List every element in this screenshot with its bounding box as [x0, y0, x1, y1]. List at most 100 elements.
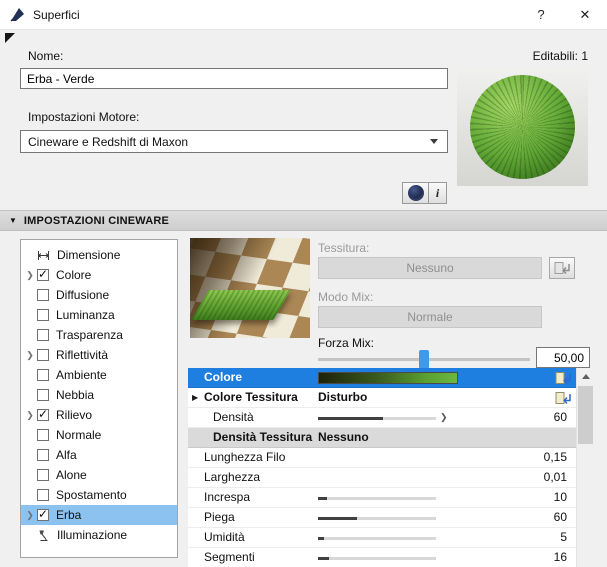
sidebar-item-spostamento[interactable]: Spostamento — [21, 485, 177, 505]
item-label: Illuminazione — [57, 528, 127, 542]
param-value[interactable]: 16 — [554, 548, 567, 567]
param-value[interactable]: 60 — [554, 508, 567, 527]
expander-icon[interactable] — [192, 388, 198, 407]
slider-marker-icon — [440, 408, 448, 427]
luminanza-checkbox[interactable] — [37, 309, 49, 321]
param-slider[interactable] — [318, 517, 436, 520]
sidebar-item-trasparenza[interactable]: Trasparenza — [21, 325, 177, 345]
item-label: Dimensione — [57, 248, 120, 262]
engine-dropdown[interactable]: Cineware e Redshift di Maxon — [20, 130, 448, 153]
mix-strength-value[interactable] — [536, 347, 590, 368]
item-label: Trasparenza — [56, 328, 123, 342]
ambiente-checkbox[interactable] — [37, 369, 49, 381]
param-value[interactable]: 10 — [554, 488, 567, 507]
riflettivita-checkbox[interactable] — [37, 349, 49, 361]
param-row-piega[interactable]: Piega 60 — [188, 508, 576, 528]
expand-chevron-icon[interactable] — [23, 505, 37, 525]
param-value[interactable]: 5 — [560, 528, 567, 547]
texture-label: Tessitura: — [318, 241, 369, 255]
item-label: Erba — [56, 508, 81, 522]
param-label: Segmenti — [204, 548, 255, 567]
sidebar-item-rilievo[interactable]: Rilievo — [21, 405, 177, 425]
surface-preview-image — [457, 68, 588, 186]
color-gradient-swatch[interactable] — [318, 372, 458, 384]
param-slider[interactable] — [318, 497, 436, 500]
slider-fill — [318, 537, 324, 540]
sidebar-item-luminanza[interactable]: Luminanza — [21, 305, 177, 325]
param-row-densita-tessitura[interactable]: Densità Tessitura Nessuno — [188, 428, 576, 448]
close-button[interactable]: ✕ — [563, 0, 607, 30]
engine-dropdown-value: Cineware e Redshift di Maxon — [28, 135, 430, 149]
sidebar-item-colore[interactable]: Colore — [21, 265, 177, 285]
sidebar-item-nebbia[interactable]: Nebbia — [21, 385, 177, 405]
param-row-larghezza[interactable]: Larghezza 0,01 — [188, 468, 576, 488]
param-row-densita[interactable]: Densità 60 — [188, 408, 576, 428]
editable-count: Editabili: 1 — [533, 49, 588, 63]
scroll-up-button[interactable] — [577, 368, 593, 385]
mix-mode-label: Modo Mix: — [318, 290, 373, 304]
texture-browse-button[interactable] — [549, 257, 575, 279]
grass-patch-preview — [191, 290, 290, 320]
param-row-lunghezza-filo[interactable]: Lunghezza Filo 0,15 — [188, 448, 576, 468]
param-value[interactable]: Disturbo — [318, 388, 367, 407]
erba-checkbox[interactable] — [37, 509, 49, 521]
sidebar-item-erba[interactable]: Erba — [21, 505, 177, 525]
param-slider[interactable] — [318, 417, 436, 420]
sidebar-item-alfa[interactable]: Alfa — [21, 445, 177, 465]
param-value[interactable]: 60 — [554, 408, 567, 427]
trasparenza-checkbox[interactable] — [37, 329, 49, 341]
item-label: Spostamento — [56, 488, 127, 502]
diffusione-checkbox[interactable] — [37, 289, 49, 301]
sidebar-item-diffusione[interactable]: Diffusione — [21, 285, 177, 305]
expand-chevron-icon[interactable] — [23, 345, 37, 365]
item-label: Riflettività — [56, 348, 108, 362]
mix-strength-slider[interactable] — [318, 350, 530, 369]
texture-link-icon[interactable] — [555, 371, 573, 385]
param-value[interactable]: Nessuno — [318, 428, 369, 447]
expand-chevron-icon[interactable] — [23, 405, 37, 425]
name-label: Nome: — [28, 49, 63, 63]
param-slider[interactable] — [318, 557, 436, 560]
sidebar-item-normale[interactable]: Normale — [21, 425, 177, 445]
param-row-increspa[interactable]: Increspa 10 — [188, 488, 576, 508]
param-slider[interactable] — [318, 537, 436, 540]
normale-checkbox[interactable] — [37, 429, 49, 441]
section-title: IMPOSTAZIONI CINEWARE — [24, 215, 169, 227]
param-label: Increspa — [204, 488, 250, 507]
info-button[interactable]: i — [428, 182, 447, 204]
texture-button[interactable]: Nessuno — [318, 257, 542, 279]
nebbia-checkbox[interactable] — [37, 389, 49, 401]
cinema4d-button[interactable] — [402, 182, 429, 204]
slider-fill — [318, 557, 329, 560]
sidebar-item-alone[interactable]: Alone — [21, 465, 177, 485]
param-value[interactable]: 0,01 — [544, 468, 567, 487]
sidebar-item-riflettivita[interactable]: Riflettività — [21, 345, 177, 365]
item-label: Nebbia — [56, 388, 94, 402]
surface-name-input[interactable] — [20, 68, 448, 89]
scrollbar[interactable] — [576, 368, 593, 567]
param-row-segmenti[interactable]: Segmenti 16 — [188, 548, 576, 567]
rilievo-checkbox[interactable] — [37, 409, 49, 421]
item-label: Normale — [56, 428, 101, 442]
dialog-icon — [9, 6, 26, 23]
expand-chevron-icon[interactable] — [23, 265, 37, 285]
mix-mode-button[interactable]: Normale — [318, 306, 542, 328]
slider-thumb[interactable] — [419, 350, 429, 369]
item-label: Alfa — [56, 448, 77, 462]
param-row-umidita[interactable]: Umidità 5 — [188, 528, 576, 548]
spostamento-checkbox[interactable] — [37, 489, 49, 501]
alone-checkbox[interactable] — [37, 469, 49, 481]
sidebar-item-dimensione[interactable]: Dimensione — [21, 245, 177, 265]
sidebar-item-illuminazione[interactable]: Illuminazione — [21, 525, 177, 545]
sidebar-item-ambiente[interactable]: Ambiente — [21, 365, 177, 385]
texture-link-icon[interactable] — [555, 391, 573, 405]
colore-checkbox[interactable] — [37, 269, 49, 281]
cineware-section-header[interactable]: IMPOSTAZIONI CINEWARE — [0, 210, 607, 231]
param-row-colore-tessitura[interactable]: Colore Tessitura Disturbo — [188, 388, 576, 408]
scroll-thumb[interactable] — [578, 386, 593, 444]
alfa-checkbox[interactable] — [37, 449, 49, 461]
param-value[interactable]: 0,15 — [544, 448, 567, 467]
panel-collapse-handle[interactable] — [5, 33, 15, 43]
help-button[interactable]: ? — [519, 0, 563, 30]
param-row-colore[interactable]: Colore — [188, 368, 576, 388]
